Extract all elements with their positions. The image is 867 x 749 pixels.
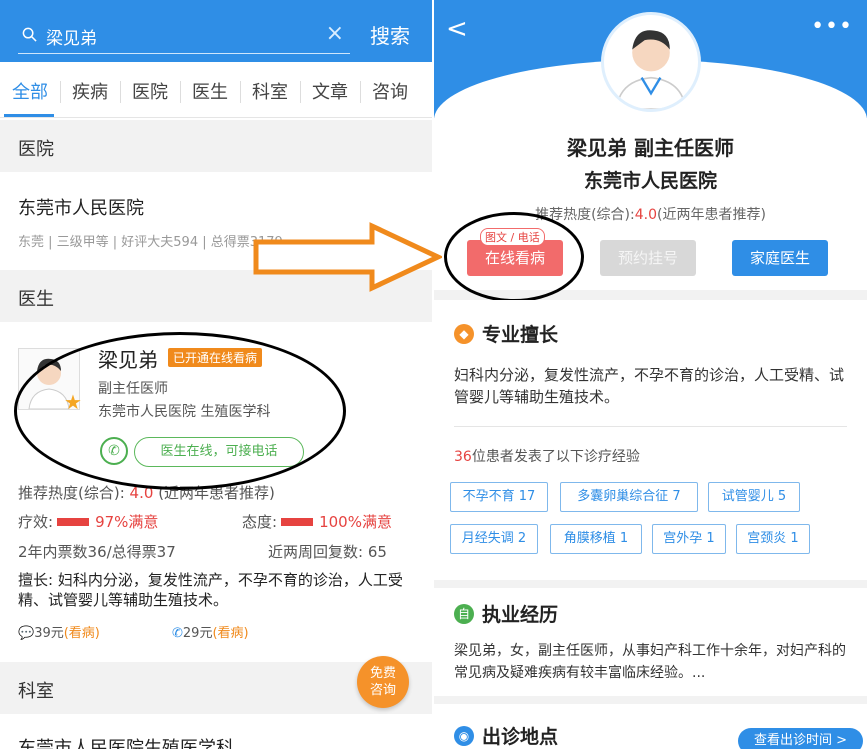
view-schedule-button[interactable]: 查看出诊时间 >	[738, 728, 863, 749]
search-button[interactable]: 搜索	[370, 20, 410, 49]
doctor-avatar-icon	[615, 30, 687, 109]
recommend-note: (近两年患者推荐)	[656, 207, 766, 223]
rating-bar	[281, 518, 314, 526]
divider	[454, 426, 847, 427]
doctor-expertise: 擅长: 妇科内分泌，复发性流产，不孕不育的诊治，人工受精、试管婴儿等辅助生殖技术…	[18, 571, 403, 609]
active-tab-indicator	[4, 114, 54, 117]
location-title: 出诊地点	[482, 726, 559, 748]
department-name[interactable]: 东莞市人民医院生殖医学科	[18, 734, 234, 749]
votes: 2年内票数36/总得票37	[18, 543, 176, 561]
consult-line1: 免费	[369, 666, 396, 681]
experience-tag[interactable]: 试管婴儿 5	[708, 482, 800, 512]
experience-tag[interactable]: 角膜移植 1	[550, 524, 642, 554]
search-icon	[22, 27, 37, 42]
clear-icon[interactable]: ×	[326, 21, 344, 46]
tab-department[interactable]: 科室	[240, 78, 300, 104]
text-consult-price[interactable]: 💬39元(看病)	[18, 622, 100, 641]
experience-text: 梁见弟，女，副主任医师，从事妇产科工作十余年，对妇产科的常见病及疑难疾病有较丰富…	[454, 643, 846, 681]
search-query: 梁见弟	[46, 29, 97, 49]
hospital-meta: 东莞 | 三级甲等 | 好评大夫594 | 总得票3179	[18, 235, 283, 250]
expertise-title: 专业擅长	[482, 324, 559, 346]
experience-title: 执业经历	[482, 604, 559, 626]
rating-bar	[57, 518, 90, 526]
experience-tag[interactable]: 多囊卵巢综合征 7	[560, 482, 698, 512]
price-action: (看病)	[212, 626, 249, 641]
recommend-label: 推荐热度(综合):	[18, 484, 125, 502]
effect-label: 疗效:	[18, 513, 54, 531]
price-action: (看病)	[63, 626, 100, 641]
recommend-value: 4.0	[634, 207, 657, 223]
phone-small-icon: ✆	[172, 626, 183, 641]
search-header: 梁见弟 × 搜索	[0, 0, 432, 62]
section-header-hospital: 医院	[0, 120, 432, 172]
doctor-profile-screen: < ••• 梁见弟 副主任医师 东莞市人民医院 推荐热度(综合):4.0(近两年…	[434, 0, 867, 749]
patients-summary: 36位患者发表了以下诊疗经验	[454, 446, 854, 468]
price-value: 39元	[34, 626, 64, 641]
tab-hospital[interactable]: 医院	[120, 78, 180, 104]
search-results-screen: 梁见弟 × 搜索 全部 疾病 医院 医生 科室 文章 咨询 医院 东莞市人民医院…	[0, 0, 432, 749]
experience-tag[interactable]: 不孕不育 17	[450, 482, 548, 512]
attitude-row: 态度: 100%满意	[242, 511, 392, 532]
tab-doctor[interactable]: 医生	[180, 78, 240, 104]
category-tabs: 全部 疾病 医院 医生 科室 文章 咨询	[0, 62, 432, 118]
search-input[interactable]: 梁见弟 ×	[18, 18, 350, 54]
tab-article[interactable]: 文章	[300, 78, 360, 104]
free-consult-button[interactable]: 免费 咨询	[357, 656, 409, 708]
family-doctor-button[interactable]: 家庭医生	[732, 240, 828, 276]
tab-disease[interactable]: 疾病	[60, 78, 120, 104]
appointment-button[interactable]: 预约挂号	[600, 240, 696, 276]
hospital-name: 东莞市人民医院	[18, 198, 144, 219]
chat-icon: 💬	[18, 626, 35, 641]
patients-count: 36	[454, 449, 472, 465]
experience-tag[interactable]: 宫颈炎 1	[736, 524, 810, 554]
location-icon: ◉	[454, 726, 474, 746]
back-icon[interactable]: <	[446, 14, 468, 44]
section-title: 科室	[18, 681, 54, 702]
consult-line2: 咨询	[369, 683, 396, 698]
attitude-value: 100%满意	[319, 513, 392, 531]
tab-consult[interactable]: 咨询	[360, 78, 420, 104]
avatar	[601, 12, 701, 112]
experience-tag[interactable]: 月经失调 2	[450, 524, 538, 554]
expertise-panel: ◆ 专业擅长 妇科内分泌，复发性流产，不孕不育的诊治，人工受精、试管婴儿等辅助生…	[434, 300, 867, 580]
experience-icon: 自	[454, 604, 474, 624]
revisit: 近两周回复数: 65	[268, 543, 387, 561]
patients-text: 位患者发表了以下诊疗经验	[471, 449, 640, 465]
more-icon[interactable]: •••	[811, 14, 853, 39]
effect-value: 97%满意	[95, 513, 159, 531]
experience-tag[interactable]: 宫外孕 1	[652, 524, 726, 554]
highlight-ellipse	[444, 212, 584, 302]
doctor-hospital: 东莞市人民医院	[583, 170, 717, 192]
attitude-label: 态度:	[242, 513, 278, 531]
expertise-icon: ◆	[454, 324, 474, 344]
expertise-text: 妇科内分泌，复发性流产，不孕不育的诊治，人工受精、试管婴儿等辅助生殖技术。	[454, 366, 845, 406]
highlight-ellipse	[14, 332, 346, 490]
effect-row: 疗效: 97%满意	[18, 511, 158, 532]
tab-all[interactable]: 全部	[0, 78, 60, 104]
section-title: 医院	[18, 139, 54, 160]
experience-panel: 自 执业经历 梁见弟，女，副主任医师，从事妇产科工作十余年，对妇产科的常见病及疑…	[434, 588, 867, 696]
arrow-icon	[253, 222, 442, 292]
section-title: 医生	[18, 289, 54, 310]
price-value: 29元	[182, 626, 213, 641]
phone-consult-price[interactable]: ✆29元(看病)	[172, 622, 249, 641]
doctor-name-title: 梁见弟 副主任医师	[567, 136, 734, 160]
